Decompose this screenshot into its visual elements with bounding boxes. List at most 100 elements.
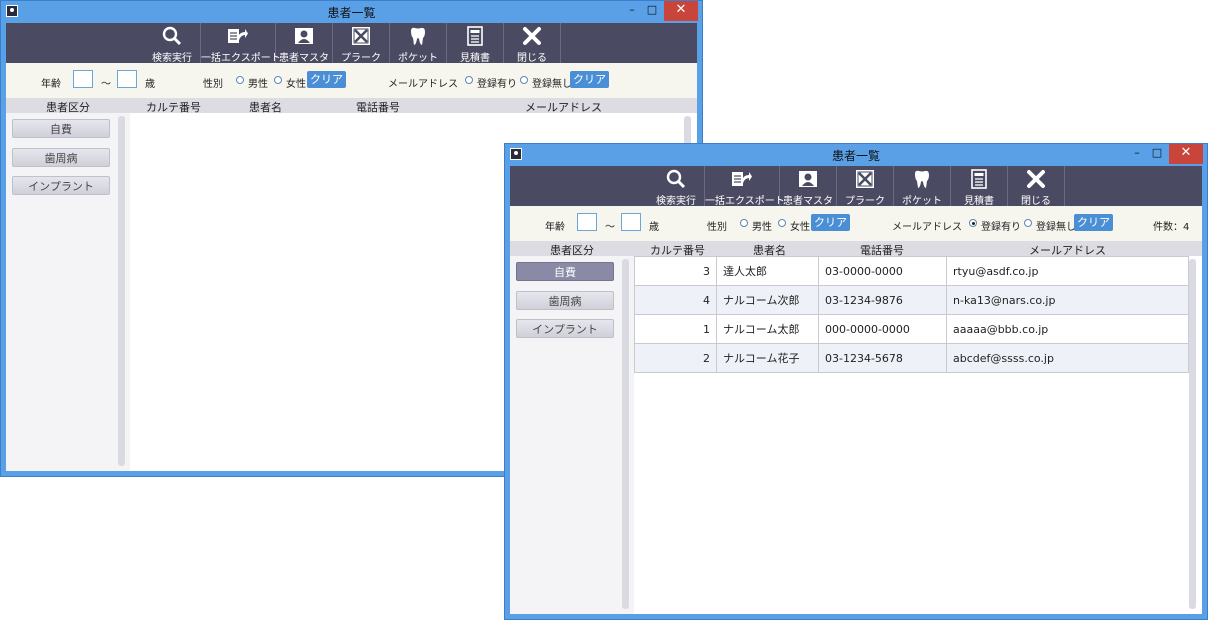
has-email-radio-label: 登録有り [477, 79, 517, 90]
plaque-button-label: プラーク [845, 196, 885, 207]
male-radio[interactable] [740, 219, 748, 227]
tooth-icon [411, 27, 425, 45]
phone-cell: 03-0000-0000 [818, 256, 947, 286]
male-radio-label: 男性 [248, 79, 268, 90]
search-icon [162, 26, 182, 46]
filter-bar: 年齢 ～ 歳 性別 男性 女性 クリア メールアドレス 登録有り 登録無し クリ… [6, 63, 697, 98]
email-cell: n-ka13@nars.co.jp [946, 285, 1189, 315]
window-title: 患者一覧 [831, 149, 880, 163]
category-button-self-pay[interactable]: 自費 [12, 119, 110, 138]
age-to-input[interactable] [621, 213, 641, 231]
has-email-radio[interactable] [465, 76, 473, 84]
close-button[interactable]: 閉じる [1008, 166, 1065, 207]
table-row[interactable]: 4 ナルコーム次郎 03-1234-9876 n-ka13@nars.co.jp [634, 285, 1189, 315]
minimize-button[interactable]: – [622, 1, 642, 21]
toolbar: 検索実行 一括エクスポート 患者マスタ プラーク ポケット 見積書 閉じる [510, 166, 1202, 207]
category-button-self-pay[interactable]: 自費 [516, 262, 614, 281]
maximize-button[interactable]: □ [642, 1, 662, 21]
plaque-icon [352, 27, 370, 45]
patient-table-area: 3 達人太郎 03-0000-0000 rtyu@asdf.co.jp 4 ナル… [634, 256, 1202, 614]
phone-cell: 000-0000-0000 [818, 314, 947, 344]
title-bar[interactable]: 患者一覧 – □ ✕ [505, 144, 1207, 164]
estimate-button-label: 見積書 [964, 196, 994, 207]
age-separator: ～ [605, 222, 615, 233]
plaque-button[interactable]: プラーク [837, 166, 894, 207]
email-clear-button[interactable]: クリア [1074, 214, 1113, 231]
patient-list-window-front[interactable]: 患者一覧 – □ ✕ 検索実行 一括エクスポート 患者マスタ プラーク ポケット… [504, 143, 1208, 620]
search-button[interactable]: 検索実行 [648, 166, 705, 207]
search-button[interactable]: 検索実行 [144, 23, 201, 64]
email-clear-button[interactable]: クリア [570, 71, 609, 88]
category-list: 自費 歯周病 インプラント [6, 113, 131, 471]
patient-master-button[interactable]: 患者マスタ [276, 23, 333, 64]
male-radio[interactable] [236, 76, 244, 84]
export-button-label: 一括エクスポート [705, 196, 785, 207]
no-email-radio[interactable] [520, 76, 528, 84]
pocket-button[interactable]: ポケット [390, 23, 447, 64]
female-radio[interactable] [274, 76, 282, 84]
email-cell: aaaaa@bbb.co.jp [946, 314, 1189, 344]
patient-name-cell: ナルコーム次郎 [716, 285, 819, 315]
plaque-icon [856, 170, 874, 188]
pocket-button[interactable]: ポケット [894, 166, 951, 207]
close-window-button[interactable]: ✕ [664, 1, 698, 21]
category-list: 自費 歯周病 インプラント [510, 256, 635, 614]
patient-master-button-label: 患者マスタ [783, 196, 833, 207]
patient-name-cell: 達人太郎 [716, 256, 819, 286]
table-row[interactable]: 3 達人太郎 03-0000-0000 rtyu@asdf.co.jp [634, 256, 1189, 286]
age-to-input[interactable] [117, 70, 137, 88]
no-email-radio-label: 登録無し [532, 79, 572, 90]
age-from-input[interactable] [577, 213, 597, 231]
window-title: 患者一覧 [327, 6, 376, 20]
close-window-button[interactable]: ✕ [1169, 144, 1203, 164]
document-icon [467, 26, 483, 46]
age-unit-label: 歳 [145, 79, 155, 90]
category-button-periodontal[interactable]: 歯周病 [12, 148, 110, 167]
female-radio-label: 女性 [286, 79, 306, 90]
estimate-button[interactable]: 見積書 [447, 23, 504, 64]
export-button-label: 一括エクスポート [201, 53, 281, 64]
gender-clear-button[interactable]: クリア [811, 214, 850, 231]
patient-master-button[interactable]: 患者マスタ [780, 166, 837, 207]
phone-cell: 03-1234-5678 [818, 343, 947, 373]
gender-clear-button[interactable]: クリア [307, 71, 346, 88]
female-radio[interactable] [778, 219, 786, 227]
has-email-radio[interactable] [969, 219, 977, 227]
table-row[interactable]: 1 ナルコーム太郎 000-0000-0000 aaaaa@bbb.co.jp [634, 314, 1189, 344]
minimize-button[interactable]: – [1127, 144, 1147, 164]
category-button-implant[interactable]: インプラント [516, 319, 614, 338]
estimate-button-label: 見積書 [460, 53, 490, 64]
column-header: 患者区分 カルテ番号 患者名 電話番号 メールアドレス [6, 98, 697, 114]
email-filter-label: メールアドレス [892, 222, 962, 233]
age-from-input[interactable] [73, 70, 93, 88]
category-button-implant[interactable]: インプラント [12, 176, 110, 195]
gender-label: 性別 [203, 79, 223, 90]
table-row[interactable]: 2 ナルコーム花子 03-1234-5678 abcdef@ssss.co.jp [634, 343, 1189, 373]
search-button-label: 検索実行 [656, 196, 696, 207]
title-bar[interactable]: 患者一覧 – □ ✕ [1, 1, 702, 21]
close-button-label: 閉じる [1021, 196, 1051, 207]
toolbar: 検索実行 一括エクスポート 患者マスタ プラーク ポケット 見積書 閉じる [6, 23, 697, 64]
category-scrollbar[interactable] [118, 116, 125, 466]
export-button[interactable]: 一括エクスポート [201, 23, 281, 64]
close-button[interactable]: 閉じる [504, 23, 561, 64]
category-scrollbar[interactable] [622, 259, 629, 609]
pocket-button-label: ポケット [398, 53, 438, 64]
plaque-button-label: プラーク [341, 53, 381, 64]
filter-bar: 年齢 ～ 歳 性別 男性 女性 クリア メールアドレス 登録有り 登録無し クリ… [510, 206, 1202, 241]
male-radio-label: 男性 [752, 222, 772, 233]
email-filter-label: メールアドレス [388, 79, 458, 90]
estimate-button[interactable]: 見積書 [951, 166, 1008, 207]
export-button[interactable]: 一括エクスポート [705, 166, 785, 207]
maximize-button[interactable]: □ [1147, 144, 1167, 164]
result-count: 件数：4 [1153, 222, 1190, 233]
no-email-radio[interactable] [1024, 219, 1032, 227]
has-email-radio-label: 登録有り [981, 222, 1021, 233]
search-button-label: 検索実行 [152, 53, 192, 64]
female-radio-label: 女性 [790, 222, 810, 233]
plaque-button[interactable]: プラーク [333, 23, 390, 64]
category-button-periodontal[interactable]: 歯周病 [516, 291, 614, 310]
document-icon [971, 169, 987, 189]
table-scrollbar[interactable] [1189, 259, 1196, 609]
patient-card-icon [799, 171, 817, 187]
